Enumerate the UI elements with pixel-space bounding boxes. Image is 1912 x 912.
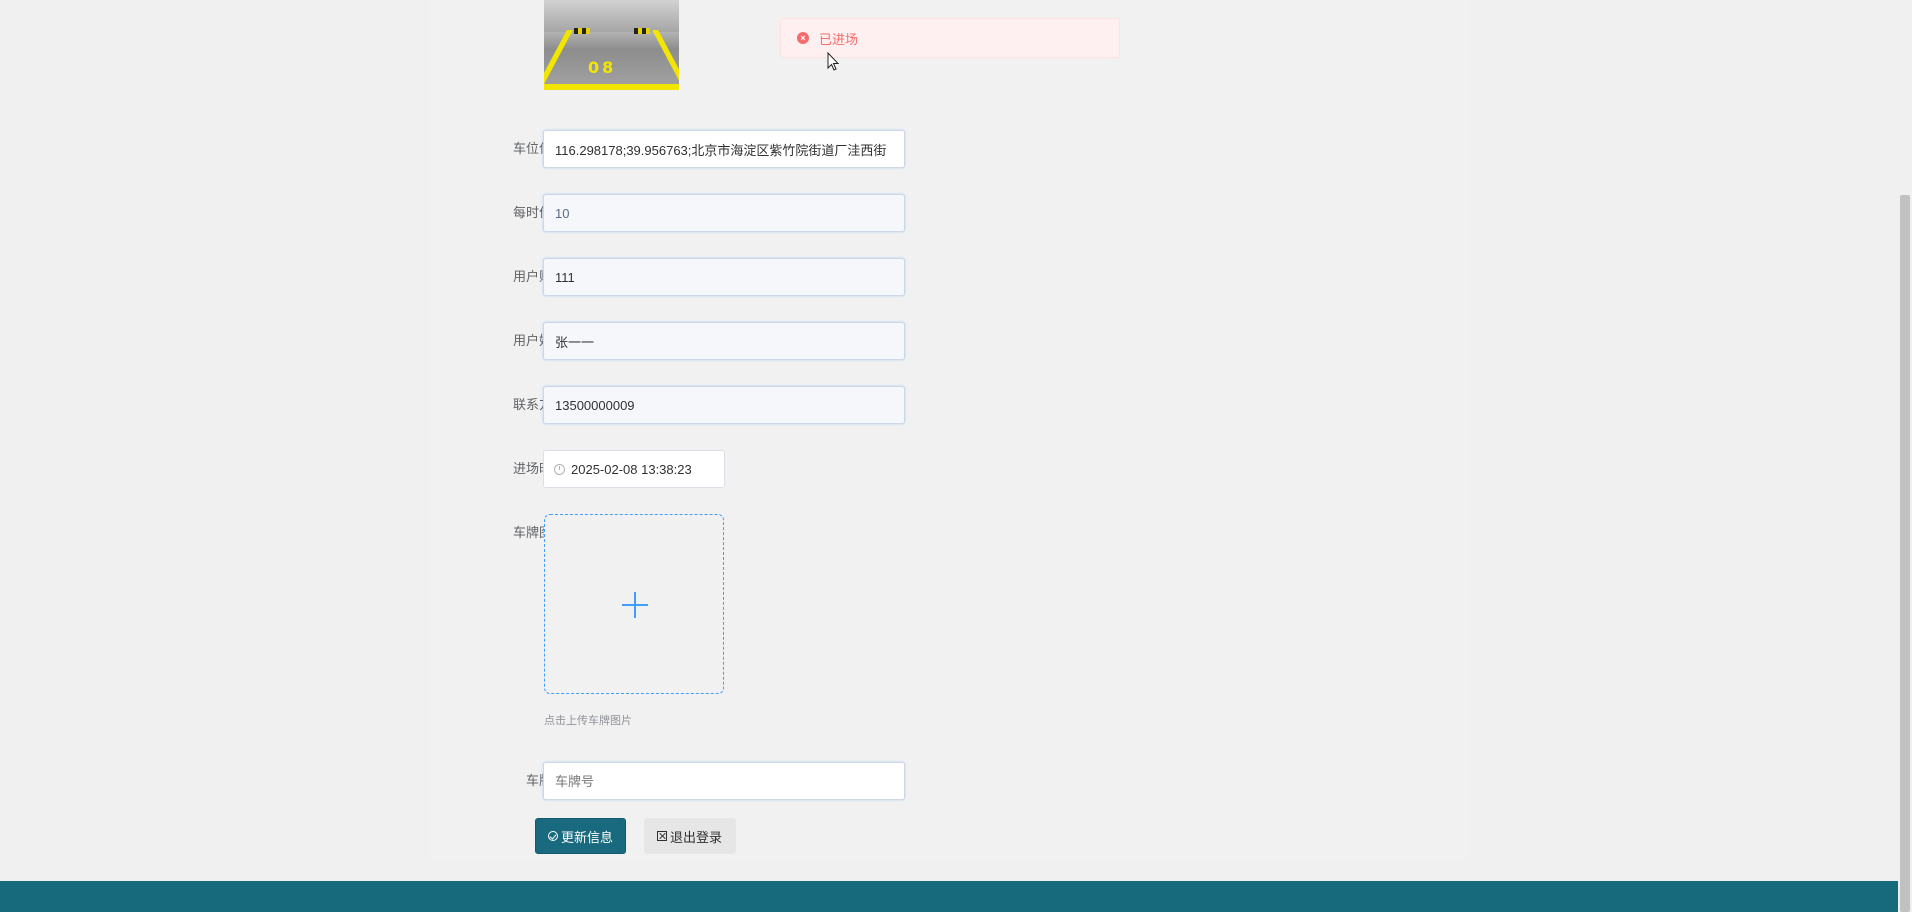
close-square-icon <box>657 831 667 841</box>
parking-spot-number: 08 <box>588 58 617 77</box>
plate-image-uploader[interactable] <box>544 514 724 694</box>
entry-time-value: 2025-02-08 13:38:23 <box>571 461 692 477</box>
upload-tip: 点击上传车牌图片 <box>544 715 632 727</box>
name-input[interactable] <box>543 322 905 360</box>
plus-icon <box>622 592 648 618</box>
toast-message: 已进场 <box>819 31 859 47</box>
update-info-label: 更新信息 <box>561 829 614 845</box>
update-info-button[interactable]: 更新信息 <box>535 818 626 854</box>
plate-number-input[interactable] <box>543 762 905 800</box>
phone-input[interactable] <box>543 386 905 424</box>
logout-label: 退出登录 <box>670 829 723 845</box>
location-input[interactable] <box>543 130 905 168</box>
mouse-cursor-icon <box>827 52 840 71</box>
phone-row: 联系方式 <box>430 386 1230 426</box>
footer-bar <box>0 881 1912 912</box>
form-card <box>430 0 1470 860</box>
logout-button[interactable]: 退出登录 <box>644 818 736 854</box>
price-input[interactable] <box>543 194 905 232</box>
scrollbar-thumb[interactable] <box>1900 195 1910 912</box>
image-stripe <box>574 28 590 34</box>
image-line-left <box>544 30 573 86</box>
scrollbar-track[interactable] <box>1898 0 1912 912</box>
location-row: 车位位置 <box>430 130 1230 170</box>
name-row: 用户姓名 <box>430 322 1230 362</box>
image-stripe <box>634 28 650 34</box>
image-wall <box>544 0 679 32</box>
account-input[interactable] <box>543 258 905 296</box>
image-line-bottom <box>544 84 679 90</box>
parking-spot-image: 08 <box>544 0 679 90</box>
entry-time-row: 进场时间 2025-02-08 13:38:23 <box>430 450 1230 490</box>
close-circle-icon: × <box>797 32 809 44</box>
image-line-right <box>652 30 679 86</box>
plate-number-row: 车牌号 <box>430 762 1230 802</box>
entry-time-picker[interactable]: 2025-02-08 13:38:23 <box>543 450 725 488</box>
check-circle-icon <box>548 831 558 841</box>
price-row: 每时价格 <box>430 194 1230 234</box>
account-row: 用户账号 <box>430 258 1230 298</box>
clock-icon <box>554 463 565 475</box>
